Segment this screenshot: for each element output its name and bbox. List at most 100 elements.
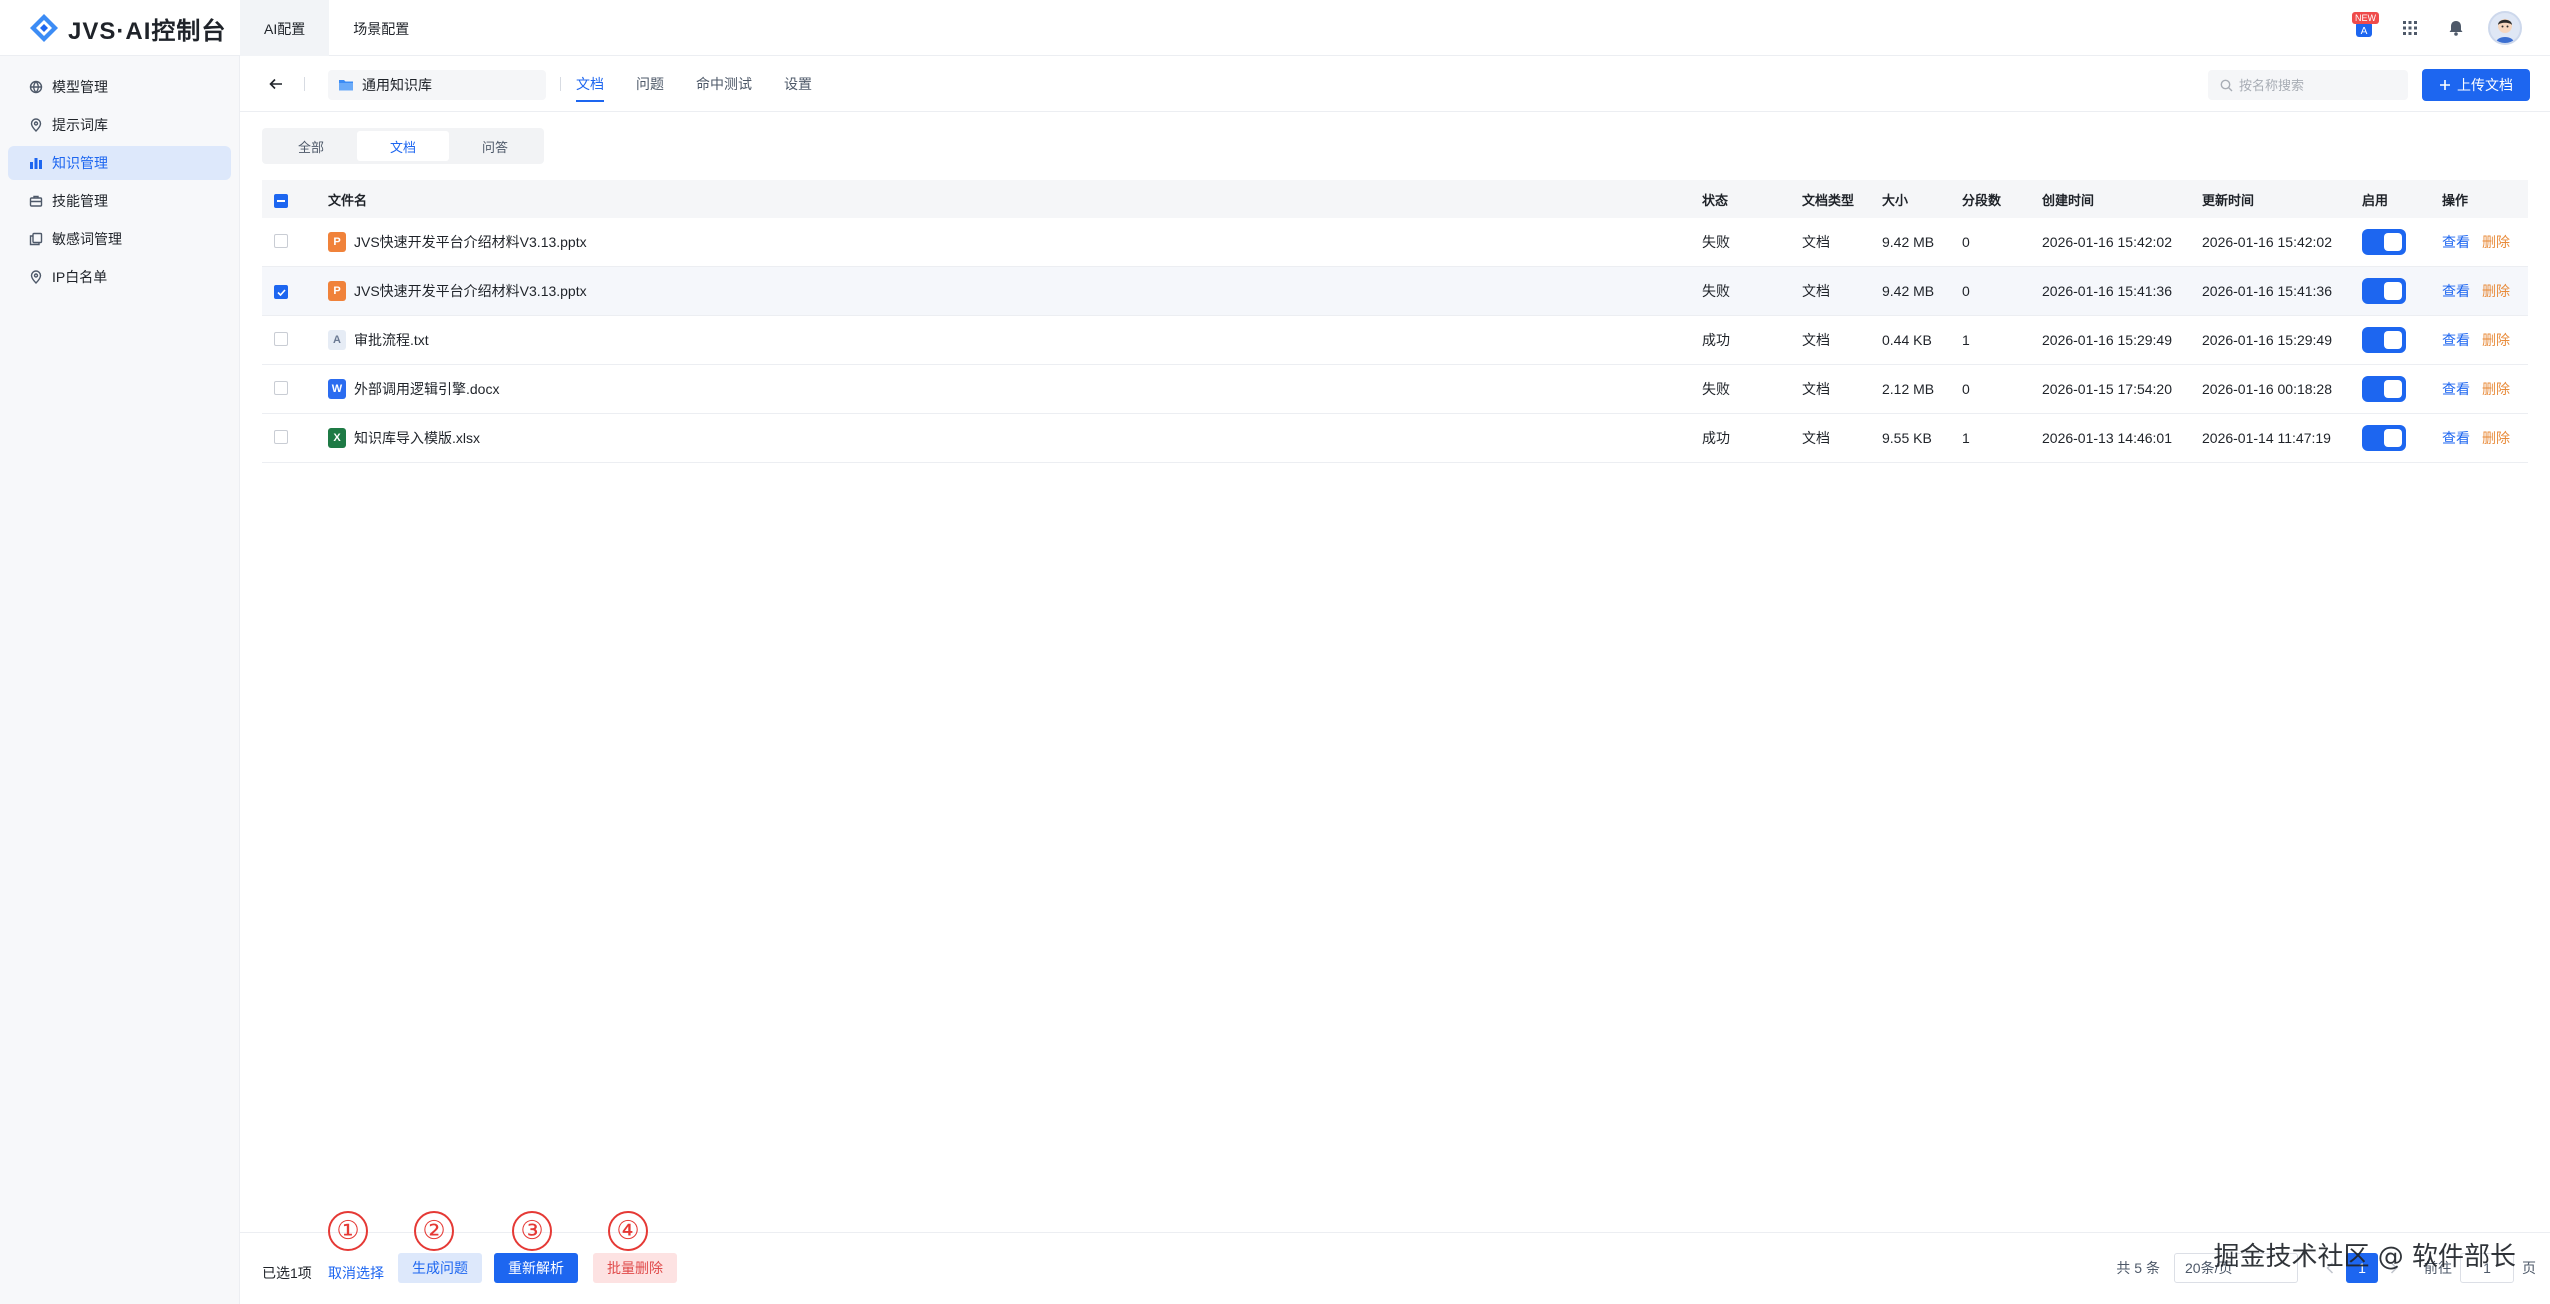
- column-header-size[interactable]: 大小: [1882, 190, 1962, 209]
- annotation-marker-4: ④: [608, 1211, 648, 1251]
- view-link[interactable]: 查看: [2442, 232, 2470, 252]
- selection-count: 已选1项: [262, 1265, 312, 1281]
- filter-qa[interactable]: 问答: [449, 131, 541, 161]
- updated-time: 2026-01-16 00:18:28: [2202, 381, 2332, 397]
- pin-icon: [28, 117, 44, 133]
- delete-link[interactable]: 删除: [2482, 232, 2510, 252]
- enable-toggle[interactable]: [2362, 278, 2406, 304]
- back-button[interactable]: [262, 70, 290, 98]
- upload-label: 上传文档: [2457, 77, 2513, 93]
- sidebar-item-ip-whitelist[interactable]: IP白名单: [8, 260, 231, 294]
- doc-type: 文档: [1802, 332, 1830, 348]
- delete-link[interactable]: 删除: [2482, 281, 2510, 301]
- enable-toggle[interactable]: [2362, 425, 2406, 451]
- file-size: 9.42 MB: [1882, 234, 1935, 250]
- documents-table: 文件名 状态 文档类型 大小 分段数 创建时间 更新时间 启用 操作 P JVS…: [262, 180, 2528, 463]
- file-name-cell: X 知识库导入模版.xlsx: [328, 428, 1702, 448]
- table-row[interactable]: X 知识库导入模版.xlsx 成功 文档 9.55 KB 1 2026-01-1…: [262, 414, 2528, 463]
- tab-settings[interactable]: 设置: [784, 56, 812, 112]
- reparse-button[interactable]: 重新解析: [494, 1253, 578, 1283]
- row-actions: 查看 删除: [2442, 232, 2528, 252]
- file-name: JVS快速开发平台介绍材料V3.13.pptx: [354, 234, 587, 250]
- cancel-selection-link[interactable]: 取消选择: [328, 1263, 384, 1283]
- sidebar-item-skills[interactable]: 技能管理: [8, 184, 231, 218]
- updated-time: 2026-01-16 15:42:02: [2202, 234, 2332, 250]
- sidebar-item-label: IP白名单: [52, 269, 108, 285]
- logo[interactable]: JVS·AI控制台: [28, 12, 226, 45]
- divider: [560, 77, 561, 91]
- search-input[interactable]: [2239, 77, 2399, 93]
- upload-document-button[interactable]: 上传文档: [2422, 69, 2530, 101]
- sidebar-item-model[interactable]: 模型管理: [8, 70, 231, 104]
- notifications-button[interactable]: [2442, 14, 2470, 42]
- enable-cell: [2362, 229, 2442, 255]
- file-name: 外部调用逻辑引擎.docx: [354, 381, 500, 397]
- enable-toggle[interactable]: [2362, 327, 2406, 353]
- row-actions: 查看 删除: [2442, 428, 2528, 448]
- enable-cell: [2362, 425, 2442, 451]
- tab-scene-config[interactable]: 场景配置: [329, 0, 433, 56]
- column-header-type[interactable]: 文档类型: [1802, 190, 1882, 209]
- delete-link[interactable]: 删除: [2482, 379, 2510, 399]
- avatar[interactable]: [2488, 11, 2522, 45]
- enable-toggle[interactable]: [2362, 229, 2406, 255]
- status-text: 成功: [1702, 430, 1730, 446]
- tab-documents[interactable]: 文档: [576, 56, 604, 112]
- table-row[interactable]: A 审批流程.txt 成功 文档 0.44 KB 1 2026-01-16 15…: [262, 316, 2528, 365]
- file-size: 9.42 MB: [1882, 283, 1935, 299]
- bell-icon: [2449, 21, 2463, 36]
- reparse-label: 重新解析: [508, 1260, 564, 1276]
- sidebar-item-sensitive-words[interactable]: 敏感词管理: [8, 222, 231, 256]
- enable-cell: [2362, 278, 2442, 304]
- delete-link[interactable]: 删除: [2482, 428, 2510, 448]
- row-checkbox[interactable]: [274, 380, 288, 395]
- filter-documents[interactable]: 文档: [357, 131, 449, 161]
- row-checkbox[interactable]: [274, 233, 288, 248]
- watermark: 掘金技术社区 @ 软件部长: [2213, 1242, 2516, 1272]
- segment-count: 1: [1962, 332, 1970, 348]
- select-all-checkbox[interactable]: [274, 194, 288, 208]
- column-header-status[interactable]: 状态: [1702, 190, 1802, 209]
- sub-tabs: 文档 问题 命中测试 设置: [576, 56, 812, 112]
- view-link[interactable]: 查看: [2442, 330, 2470, 350]
- filter-all[interactable]: 全部: [265, 131, 357, 161]
- column-header-updated[interactable]: 更新时间: [2202, 190, 2362, 209]
- table-row[interactable]: P JVS快速开发平台介绍材料V3.13.pptx 失败 文档 9.42 MB …: [262, 267, 2528, 316]
- sub-header: 通用知识库 文档 问题 命中测试 设置 上传文档: [240, 56, 2550, 112]
- column-header-created[interactable]: 创建时间: [2042, 190, 2202, 209]
- enable-toggle[interactable]: [2362, 376, 2406, 402]
- file-name-cell: P JVS快速开发平台介绍材料V3.13.pptx: [328, 232, 1702, 252]
- file-name-cell: A 审批流程.txt: [328, 330, 1702, 350]
- file-size: 2.12 MB: [1882, 381, 1935, 397]
- updated-time: 2026-01-14 11:47:19: [2202, 430, 2331, 446]
- translate-button[interactable]: A NEW: [2350, 12, 2379, 42]
- generate-questions-button[interactable]: 生成问题: [398, 1253, 482, 1283]
- status-text: 失败: [1702, 234, 1730, 250]
- column-header-name[interactable]: 文件名: [328, 190, 1702, 209]
- column-header-segments[interactable]: 分段数: [1962, 190, 2042, 209]
- table-row[interactable]: W 外部调用逻辑引擎.docx 失败 文档 2.12 MB 0 2026-01-…: [262, 365, 2528, 414]
- bulk-delete-button[interactable]: 批量删除: [593, 1253, 677, 1283]
- delete-link[interactable]: 删除: [2482, 330, 2510, 350]
- sidebar-item-prompts[interactable]: 提示词库: [8, 108, 231, 142]
- tab-ai-config[interactable]: AI配置: [240, 0, 330, 56]
- apps-button[interactable]: [2396, 14, 2424, 42]
- row-checkbox[interactable]: [274, 285, 288, 300]
- knowledge-base-select[interactable]: 通用知识库: [328, 70, 546, 100]
- table-row[interactable]: P JVS快速开发平台介绍材料V3.13.pptx 失败 文档 9.42 MB …: [262, 218, 2528, 267]
- sidebar-item-knowledge[interactable]: 知识管理: [8, 146, 231, 180]
- row-checkbox[interactable]: [274, 429, 288, 444]
- status-text: 成功: [1702, 332, 1730, 348]
- view-link[interactable]: 查看: [2442, 281, 2470, 301]
- tab-questions[interactable]: 问题: [636, 56, 664, 112]
- row-checkbox-cell: [262, 283, 328, 300]
- row-checkbox[interactable]: [274, 331, 288, 346]
- view-link[interactable]: 查看: [2442, 428, 2470, 448]
- view-link[interactable]: 查看: [2442, 379, 2470, 399]
- created-time: 2026-01-16 15:42:02: [2042, 234, 2172, 250]
- tab-hit-test[interactable]: 命中测试: [696, 56, 752, 112]
- total-count: 共 5 条: [2116, 1260, 2160, 1276]
- row-checkbox-cell: [262, 233, 328, 251]
- toolbox-icon: [28, 193, 44, 209]
- pin-icon: [28, 269, 44, 285]
